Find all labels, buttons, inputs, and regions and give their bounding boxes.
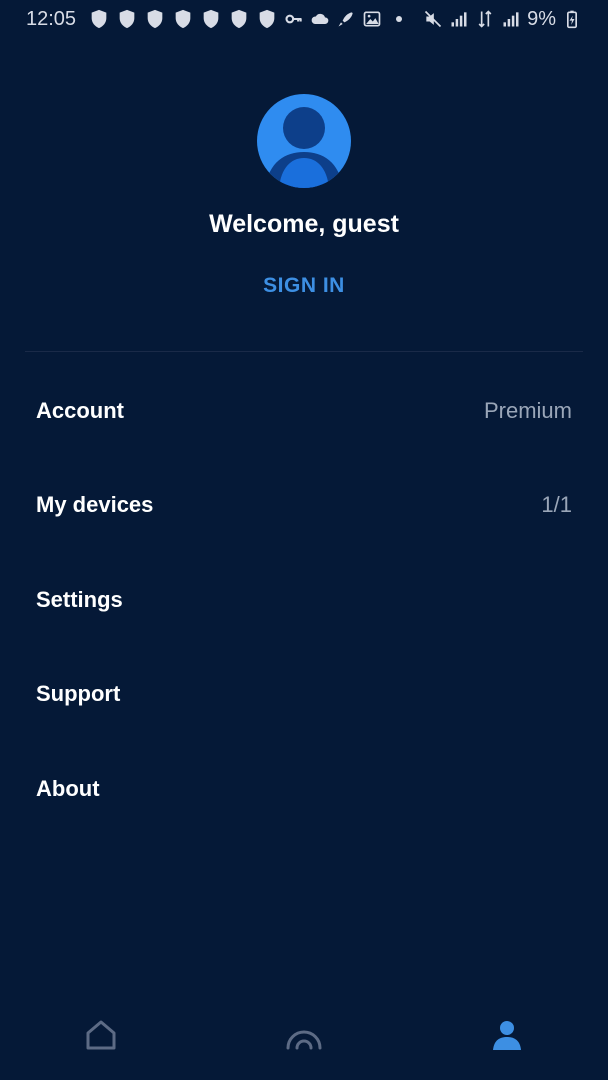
menu-item-label: About [36, 776, 100, 801]
menu-item-label: Account [36, 398, 124, 423]
vpn-signal-icon [286, 1030, 322, 1050]
shield-icon [231, 9, 247, 29]
sign-in-button[interactable]: SIGN IN [204, 268, 404, 304]
avatar [257, 94, 351, 188]
nav-home[interactable] [71, 1005, 131, 1065]
menu-item-my-devices[interactable]: My devices 1/1 [0, 458, 608, 552]
menu-item-account[interactable]: Account Premium [0, 364, 608, 458]
person-icon [265, 107, 343, 188]
battery-percent: 9% [527, 7, 556, 30]
data-transfer-icon [478, 10, 492, 28]
shield-icon [175, 9, 191, 29]
divider [25, 351, 583, 352]
device-count-value: 1/1 [541, 492, 572, 517]
signal-icon [451, 12, 467, 27]
shield-icon [259, 9, 275, 29]
menu-item-label: Support [36, 681, 121, 706]
shield-icon [147, 9, 163, 29]
menu-item-label: Settings [36, 587, 123, 612]
menu-item-support[interactable]: Support [0, 647, 608, 741]
image-icon [363, 11, 381, 27]
welcome-text: Welcome, guest [209, 210, 399, 238]
status-bar-right: 9% [423, 8, 582, 31]
status-bar: 12:05 9% [0, 0, 608, 38]
signal-icon [503, 12, 519, 27]
shield-icon [91, 9, 107, 29]
key-icon [285, 14, 302, 24]
nav-profile[interactable] [477, 1005, 537, 1065]
menu-item-about[interactable]: About [0, 742, 608, 836]
bottom-nav [0, 990, 608, 1080]
shield-icon [203, 9, 219, 29]
nav-vpn[interactable] [274, 1005, 334, 1065]
status-bar-left: 12:05 [26, 8, 410, 31]
notification-dot-icon [396, 16, 403, 22]
mute-icon [425, 10, 442, 28]
menu-item-label: My devices [36, 492, 154, 517]
home-icon [86, 1020, 116, 1050]
account-plan-value: Premium [483, 398, 572, 423]
menu-item-settings[interactable]: Settings [0, 553, 608, 647]
shield-icon [119, 9, 135, 29]
rocket-icon [338, 12, 353, 27]
status-time: 12:05 [26, 7, 77, 30]
cloud-icon [311, 13, 329, 24]
profile-icon [492, 1021, 521, 1050]
battery-charging-icon [567, 10, 577, 29]
